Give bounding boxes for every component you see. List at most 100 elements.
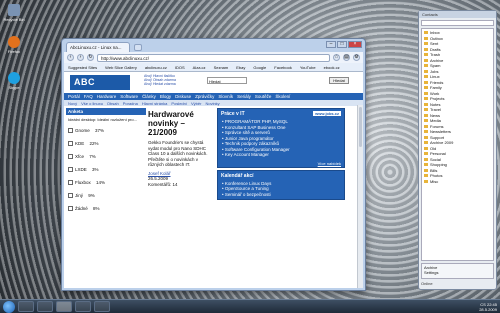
- menu-item[interactable]: FAQ: [84, 94, 93, 99]
- taskbar-app[interactable]: [56, 301, 72, 312]
- poll-option[interactable]: Žádné 8%: [66, 202, 146, 215]
- menu-item[interactable]: Školení: [275, 94, 290, 99]
- job-link[interactable]: Key Account Manager: [222, 152, 340, 158]
- article-author[interactable]: Josef Kolář: [148, 171, 171, 176]
- submenu-item[interactable]: Hlavní stránka: [142, 101, 168, 106]
- submenu-item[interactable]: Obsah: [107, 101, 119, 106]
- site-search-button[interactable]: Hledat: [329, 77, 349, 84]
- menu-item[interactable]: Portál: [68, 94, 80, 99]
- main-menu: Portál FAQ Hardware Software Články Blog…: [64, 93, 363, 100]
- submenu-item[interactable]: Poslední: [171, 101, 187, 106]
- article-comments[interactable]: Komentářů: 14: [148, 182, 214, 188]
- browser-tab[interactable]: AbcLinuxu.cz - Linux na...: [66, 42, 130, 52]
- taskbar-app[interactable]: [18, 301, 34, 312]
- poll-option-label: Jiný: [75, 193, 84, 198]
- submenu-item[interactable]: Poradna: [123, 101, 138, 106]
- bookmark[interactable]: IDOS: [175, 65, 185, 70]
- poll-option[interactable]: Fluxbox 14%: [66, 176, 146, 189]
- skype-icon[interactable]: Skype: [3, 72, 25, 90]
- poll-option[interactable]: Xfce 7%: [66, 150, 146, 163]
- calendar-link[interactable]: Seminář o bezpečnosti: [222, 192, 340, 198]
- submenu-item[interactable]: Novinky: [205, 101, 219, 106]
- panel-title: Contacts: [419, 11, 496, 18]
- checkbox[interactable]: [68, 167, 73, 172]
- scrollbar-thumb[interactable]: [359, 107, 362, 147]
- site-logo[interactable]: ABC LINUXU: [70, 75, 130, 102]
- menu-item[interactable]: Seriály: [237, 94, 251, 99]
- wrench-icon[interactable]: ⚙: [353, 54, 360, 61]
- submenu-item[interactable]: Nový: [68, 101, 77, 106]
- tab-strip: AbcLinuxu.cz - Linux na...: [66, 41, 325, 52]
- firefox-icon[interactable]: Firefox: [3, 36, 25, 54]
- address-bar[interactable]: http://www.abclinuxu.cz/: [97, 53, 330, 62]
- taskbar-app[interactable]: [94, 301, 110, 312]
- minimize-button[interactable]: –: [326, 41, 336, 48]
- folder-item[interactable]: Misc: [424, 179, 491, 185]
- language-indicator[interactable]: CS: [480, 302, 486, 307]
- submenu-item[interactable]: Vše o linuxu: [81, 101, 103, 106]
- calendar-box: Kalendář akcí Konference Linux Days Open…: [217, 169, 345, 200]
- bookmark[interactable]: YouTube: [300, 65, 316, 70]
- taskbar-app[interactable]: [37, 301, 53, 312]
- bookmark[interactable]: Seznam: [214, 65, 229, 70]
- menu-item[interactable]: Slovník: [218, 94, 233, 99]
- submenu-item[interactable]: Výběr: [191, 101, 201, 106]
- more-jobs-link[interactable]: Více nabídek: [218, 160, 344, 167]
- menu-item[interactable]: Software: [120, 94, 138, 99]
- site-search-input[interactable]: Hledat: [207, 77, 247, 84]
- reload-icon[interactable]: ↻: [87, 54, 94, 61]
- back-icon[interactable]: ‹: [67, 54, 74, 61]
- page-menu-icon[interactable]: ▤: [343, 54, 350, 61]
- bookmark[interactable]: ebook.cz: [324, 65, 340, 70]
- close-button[interactable]: ×: [348, 41, 362, 48]
- checkbox[interactable]: [68, 141, 73, 146]
- maximize-button[interactable]: □: [337, 41, 347, 48]
- bookmark[interactable]: abclinuxu.cz: [145, 65, 167, 70]
- taskbar: CS 22:45 28.5.2009: [0, 299, 500, 313]
- bookmark[interactable]: Facebook: [274, 65, 292, 70]
- taskbar-app[interactable]: [75, 301, 91, 312]
- bookmark[interactable]: Web Slice Gallery: [105, 65, 137, 70]
- site-header: ABC LINUXU Ahoj! Hlavní tlačítko Ahoj! O…: [64, 72, 363, 102]
- menu-item[interactable]: Soutěže: [255, 94, 272, 99]
- poll-option-pct: 37%: [95, 128, 105, 133]
- checkbox[interactable]: [68, 206, 73, 211]
- bookmark[interactable]: Suggested Sites: [68, 65, 97, 70]
- checkbox[interactable]: [68, 193, 73, 198]
- poll-option[interactable]: Jiný 9%: [66, 189, 146, 202]
- star-icon[interactable]: ☆: [333, 54, 340, 61]
- ad-link[interactable]: Ahoj! Hledat zdarma: [144, 82, 176, 86]
- vertical-scrollbar[interactable]: [357, 105, 363, 288]
- menu-item[interactable]: Zprávičky: [195, 94, 214, 99]
- bookmark[interactable]: Google: [253, 65, 266, 70]
- menu-item[interactable]: Články: [142, 94, 156, 99]
- checkbox[interactable]: [68, 180, 73, 185]
- contacts-panel: Contacts Inbox Outbox Sent Drafts Trash …: [418, 10, 497, 290]
- checkbox[interactable]: [68, 128, 73, 133]
- poll-option[interactable]: Gnome 37%: [66, 124, 146, 137]
- poll-option-label: Gnome: [75, 128, 90, 133]
- bookmark[interactable]: Ebay: [236, 65, 245, 70]
- poll-option[interactable]: LXDE 3%: [66, 163, 146, 176]
- panel-search-input[interactable]: [421, 20, 494, 26]
- article-title[interactable]: Hardwarové novinky – 21/2009: [148, 110, 214, 137]
- menu-item[interactable]: Blogy: [160, 94, 171, 99]
- desktop-icon-label: Firefox: [7, 49, 21, 54]
- clock-time: 22:45: [486, 301, 497, 307]
- recycle-bin-icon[interactable]: Recycle Bin: [3, 4, 25, 22]
- new-tab-button[interactable]: [134, 44, 142, 51]
- panel-footer: Archive Settings: [421, 263, 494, 279]
- poll-option-pct: 14%: [96, 180, 106, 185]
- footer-item[interactable]: Settings: [424, 270, 491, 275]
- jobs-logo[interactable]: www.jobs.cz: [313, 111, 341, 116]
- forward-icon[interactable]: ›: [77, 54, 84, 61]
- menu-item[interactable]: Hardware: [97, 94, 117, 99]
- checkbox[interactable]: [68, 154, 73, 159]
- status-indicator[interactable]: Online: [421, 281, 494, 287]
- poll-option[interactable]: KDE 22%: [66, 137, 146, 150]
- menu-item[interactable]: Diskuse: [175, 94, 191, 99]
- bookmark[interactable]: Alza.cz: [193, 65, 206, 70]
- system-tray[interactable]: CS 22:45 28.5.2009: [479, 302, 497, 312]
- window-controls: – □ ×: [326, 41, 362, 48]
- start-button[interactable]: [3, 300, 15, 313]
